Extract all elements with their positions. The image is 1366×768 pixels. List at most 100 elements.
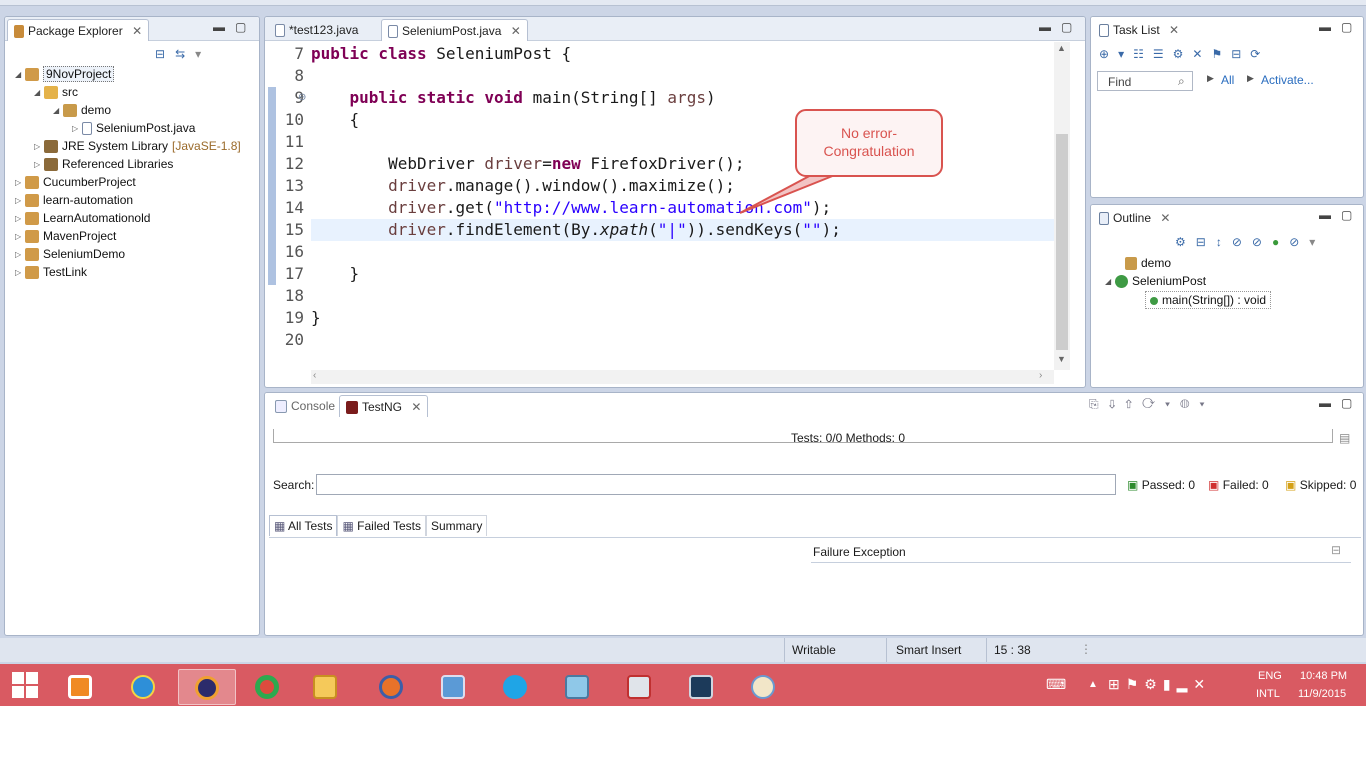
minimize-icon[interactable]: ▬	[1039, 20, 1051, 34]
scroll-up-icon[interactable]: ▲	[1057, 43, 1066, 53]
next-failure-icon[interactable]: ⇩	[1109, 397, 1126, 411]
close-icon[interactable]: ✕	[1160, 211, 1170, 225]
clock-time[interactable]: 10:48 PM	[1300, 670, 1347, 682]
editor-vertical-scrollbar[interactable]: ▲ ▼	[1054, 42, 1070, 370]
code-line[interactable]: }	[311, 307, 321, 329]
expand-arrow-icon[interactable]: ▷	[15, 178, 25, 187]
show-hidden-icons[interactable]: ▲	[1088, 679, 1098, 690]
code-line[interactable]: public class SeleniumPost {	[311, 43, 571, 65]
tree-item[interactable]: ▷ LearnAutomationold	[15, 211, 150, 226]
subtab-all-tests[interactable]: ▦ All Tests	[269, 515, 338, 536]
tree-item[interactable]: ▷ SeleniumDemo	[15, 247, 125, 262]
code-line[interactable]: WebDriver driver=new FirefoxDriver();	[311, 153, 744, 175]
editor-horizontal-scrollbar[interactable]: ‹ ›	[311, 370, 1054, 384]
code-line[interactable]: }	[311, 263, 360, 285]
tab-outline[interactable]: Outline ✕	[1093, 207, 1176, 229]
keyboard-icon[interactable]: ⌨	[1046, 676, 1066, 693]
collapse-arrow-icon[interactable]: ◢	[34, 88, 44, 97]
tree-item[interactable]: ▷ learn-automation	[15, 193, 133, 208]
clock-date[interactable]: 11/9/2015	[1298, 688, 1346, 700]
minimize-icon[interactable]: ▬	[1319, 20, 1331, 34]
scrollbar-thumb[interactable]	[1056, 134, 1068, 350]
system-tray-icons[interactable]: ⊞⚑⚙▮▂✕	[1108, 676, 1211, 693]
dropdown-icon[interactable]: ▾	[1165, 397, 1180, 411]
collapse-arrow-icon[interactable]: ◢	[53, 106, 63, 115]
taskbar-eclipse[interactable]	[178, 669, 236, 705]
tab-package-explorer[interactable]: Package Explorer ✕	[7, 19, 150, 41]
layout-icon[interactable]: ▤	[1339, 431, 1350, 445]
taskbar-chrome[interactable]	[242, 669, 292, 705]
tree-item[interactable]: ▷ SeleniumPost.java	[72, 121, 195, 136]
sync-icon[interactable]: ⟳	[1250, 47, 1269, 61]
tab-testng[interactable]: TestNG ✕	[339, 395, 429, 417]
collapse-icon[interactable]: ⊟	[1231, 47, 1250, 61]
code-line[interactable]: public static void main(String[] args)	[311, 87, 716, 109]
hide-fields-icon[interactable]: ⊘	[1232, 235, 1252, 249]
rerun-icon[interactable]: ⟳	[1142, 397, 1165, 411]
prev-failure-icon[interactable]: ⇧	[1125, 397, 1142, 411]
focus-icon[interactable]: ⚑	[1211, 47, 1231, 61]
filter-icon[interactable]: ⚙	[1173, 47, 1193, 61]
expand-arrow-icon[interactable]: ▷	[34, 142, 44, 151]
categorize-icon[interactable]: ☷	[1133, 47, 1153, 61]
scroll-down-icon[interactable]: ▼	[1057, 354, 1066, 364]
scroll-right-icon[interactable]: ›	[1039, 370, 1042, 381]
expand-arrow-icon[interactable]: ▷	[72, 124, 82, 133]
close-icon[interactable]: ✕	[132, 24, 142, 38]
view-menu-icon[interactable]: ▾	[1309, 235, 1325, 249]
subtab-summary[interactable]: Summary	[425, 515, 488, 536]
hide-nonpublic-icon[interactable]: ●	[1272, 235, 1289, 249]
tree-item[interactable]: ▷ MavenProject	[15, 229, 116, 244]
minimize-icon[interactable]: ▬	[213, 20, 225, 34]
outline-item-package[interactable]: demo	[1125, 256, 1171, 271]
hide-completed-icon[interactable]: ✕	[1192, 47, 1211, 61]
language-layout[interactable]: INTL	[1256, 688, 1280, 700]
outline-item-class[interactable]: ◢ SeleniumPost	[1105, 274, 1206, 289]
fold-icon[interactable]: ⊖	[298, 92, 306, 103]
tab-task-list[interactable]: Task List ✕	[1093, 19, 1185, 41]
windows-start-icon[interactable]	[12, 672, 38, 698]
minimize-icon[interactable]: ▬	[1319, 396, 1331, 410]
link-editor-icon[interactable]: ⇆	[175, 47, 195, 61]
hide-local-icon[interactable]: ⊘	[1289, 235, 1309, 249]
tree-item[interactable]: ▷ CucumberProject	[15, 175, 136, 190]
code-line[interactable]: {	[311, 109, 360, 131]
new-task-icon[interactable]: ⊕	[1099, 47, 1118, 61]
outline-item-method[interactable]: main(String[]) : void	[1145, 291, 1272, 309]
activate-link[interactable]: Activate...	[1261, 73, 1314, 87]
expand-arrow-icon[interactable]: ▷	[34, 160, 44, 169]
taskbar-snipping-tool[interactable]	[614, 669, 664, 705]
task-find-input[interactable]: Find ⌕	[1097, 71, 1193, 91]
main-toolbar[interactable]	[0, 0, 1366, 6]
compare-icon[interactable]: ⊟	[1331, 543, 1341, 557]
taskbar-file-explorer[interactable]	[300, 669, 350, 705]
collapse-icon[interactable]: ⊟	[1196, 235, 1216, 249]
scroll-left-icon[interactable]: ‹	[313, 370, 316, 381]
code-line[interactable]: driver.manage().window().maximize();	[311, 175, 735, 197]
close-icon[interactable]: ✕	[411, 400, 421, 414]
expand-arrow-icon[interactable]: ▷	[15, 268, 25, 277]
collapse-arrow-icon[interactable]: ◢	[1105, 277, 1115, 286]
tab-seleniumpost-java[interactable]: SeleniumPost.java ✕	[381, 19, 528, 41]
tree-item[interactable]: ▷ TestLink	[15, 265, 87, 280]
view-menu-icon[interactable]: ▾	[195, 47, 211, 61]
taskbar-media-app[interactable]	[55, 669, 105, 705]
tab-test123-java[interactable]: *test123.java	[269, 19, 364, 41]
expand-arrow-icon[interactable]: ▷	[15, 196, 25, 205]
maximize-icon[interactable]: ▢	[1341, 20, 1352, 34]
tree-item[interactable]: ◢ demo	[53, 103, 111, 118]
schedule-icon[interactable]: ☰	[1153, 47, 1173, 61]
focus-icon[interactable]: ⚙	[1175, 235, 1196, 249]
maximize-icon[interactable]: ▢	[1341, 396, 1352, 410]
tree-item[interactable]: ▷ JRE System Library [JavaSE-1.8]	[34, 139, 241, 154]
dropdown-icon[interactable]: ▾	[1118, 47, 1133, 61]
collapse-all-icon[interactable]: ⊟	[155, 47, 175, 61]
testng-search-input[interactable]	[316, 474, 1116, 495]
taskbar-paint[interactable]	[738, 669, 788, 705]
tree-item[interactable]: ▷ Referenced Libraries	[34, 157, 173, 172]
subtab-failed-tests[interactable]: ▦ Failed Tests	[337, 515, 426, 536]
expand-arrow-icon[interactable]: ▷	[15, 232, 25, 241]
taskbar-notes-app[interactable]	[552, 669, 602, 705]
globe-icon[interactable]: ◍	[1180, 397, 1199, 411]
expand-arrow-icon[interactable]: ▷	[15, 250, 25, 259]
